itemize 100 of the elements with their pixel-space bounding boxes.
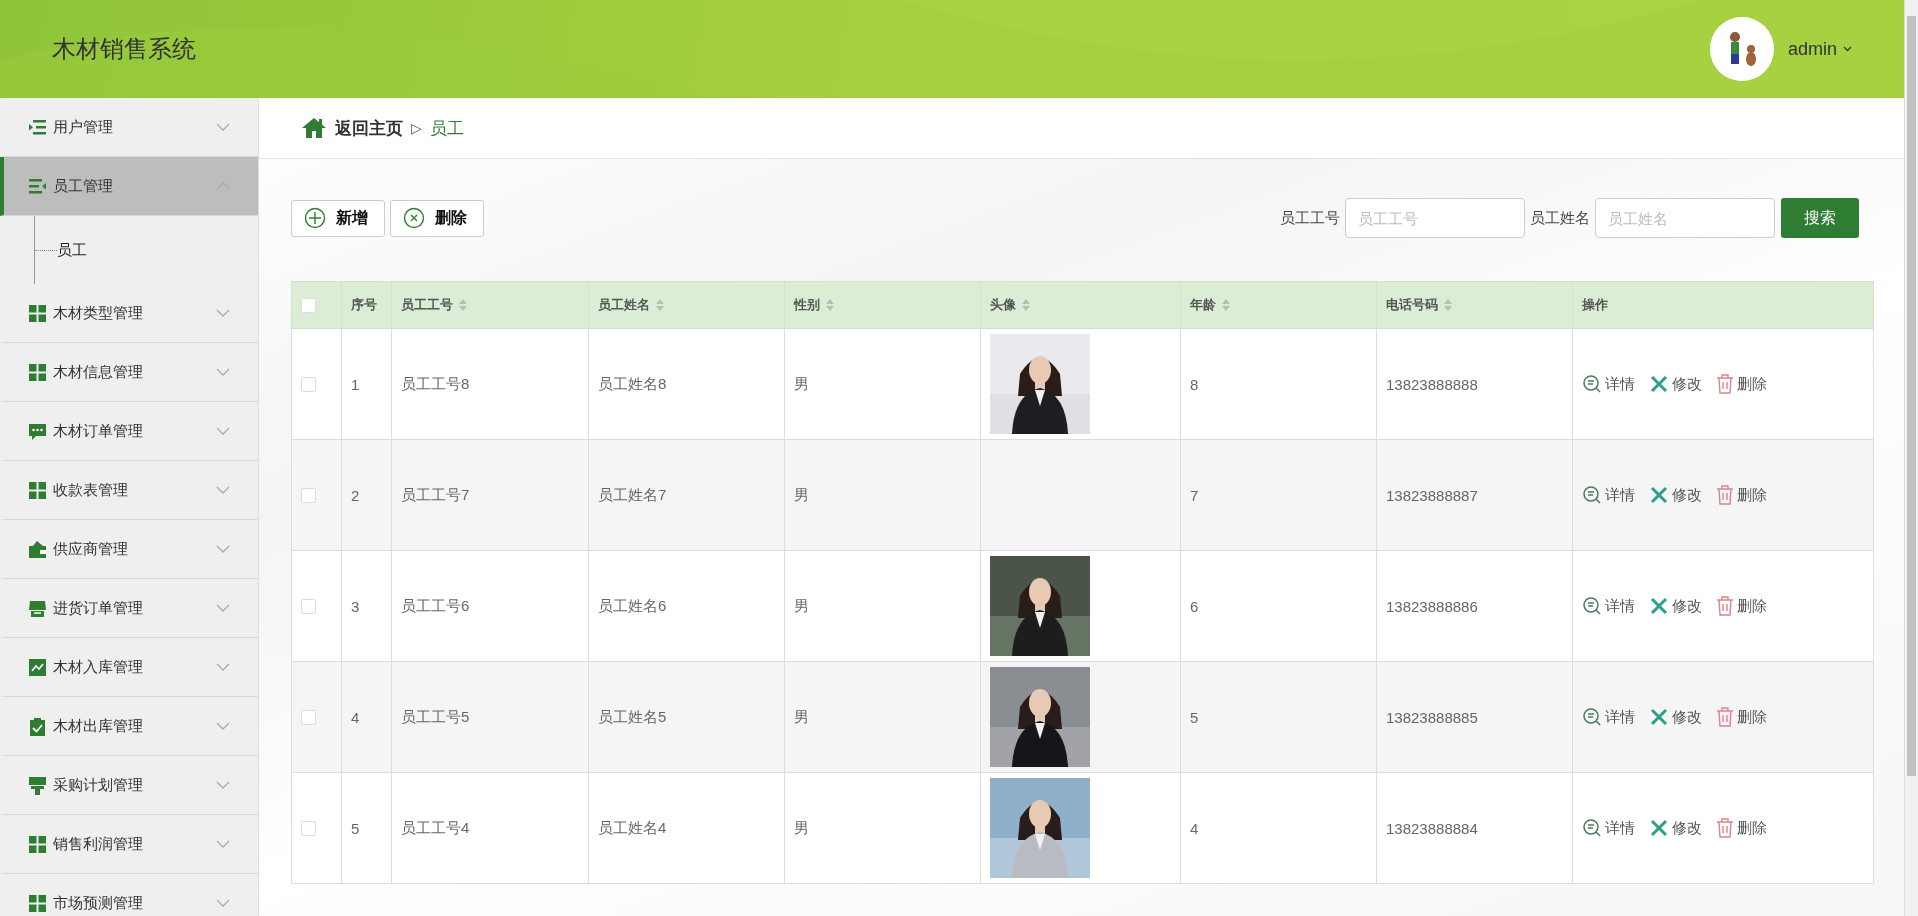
sidebar-item[interactable]: 木材出库管理 [0, 697, 258, 756]
trash-icon [1716, 818, 1734, 838]
table-cell: 男 [794, 485, 809, 503]
breadcrumb-separator: ▷ [411, 120, 422, 136]
delete-button[interactable]: 删除 [390, 199, 484, 237]
row-checkbox[interactable] [301, 709, 316, 725]
column-header[interactable]: 头像 [980, 281, 1181, 329]
edit-link[interactable]: 修改 [1649, 596, 1702, 616]
search-icon [1582, 596, 1602, 616]
table-cell: 2 [351, 486, 360, 504]
table-cell: 5 [1190, 708, 1199, 726]
edit-link[interactable]: 修改 [1649, 485, 1702, 505]
sort-icon[interactable] [1222, 299, 1230, 311]
sidebar-item[interactable]: 市场预测管理 [0, 874, 258, 916]
search-field[interactable]: 员工工号 [1345, 198, 1525, 238]
select-all-checkbox[interactable] [301, 297, 316, 313]
column-header[interactable]: 员工姓名 [588, 281, 785, 329]
row-checkbox[interactable] [301, 598, 316, 614]
grid-icon [28, 834, 47, 854]
column-header: 序号 [341, 281, 392, 329]
delete-link[interactable]: 删除 [1716, 485, 1767, 505]
search-icon [1582, 374, 1602, 394]
sidebar-item[interactable]: 供应商管理 [0, 520, 258, 579]
sidebar-item[interactable]: 进货订单管理 [0, 579, 258, 638]
sidebar-item[interactable]: 木材类型管理 [0, 284, 258, 343]
store-icon [28, 598, 47, 618]
home-icon[interactable] [301, 117, 327, 139]
details-link[interactable]: 详情 [1582, 485, 1635, 505]
chevron-icon [216, 604, 230, 612]
table-cell: 3 [351, 597, 360, 615]
list-icon [28, 176, 47, 196]
row-checkbox[interactable] [301, 376, 316, 392]
column-header[interactable]: 性别 [784, 281, 981, 329]
close-circle-icon [403, 207, 425, 229]
table-cell: 男 [794, 596, 809, 614]
column-header[interactable]: 年龄 [1180, 281, 1377, 329]
delete-link[interactable]: 删除 [1716, 596, 1767, 616]
search-icon [1582, 818, 1602, 838]
table-cell: 员工姓名6 [598, 596, 667, 614]
sort-icon[interactable] [1444, 299, 1452, 311]
delete-link[interactable]: 删除 [1716, 818, 1767, 838]
scrollbar-thumb[interactable] [1907, 16, 1916, 776]
table-cell: 员工工号4 [401, 818, 470, 836]
edit-link[interactable]: 修改 [1649, 818, 1702, 838]
chevron-icon [216, 663, 230, 671]
delete-link[interactable]: 删除 [1716, 374, 1767, 394]
chevron-icon [216, 123, 230, 131]
sidebar-item[interactable]: 员工管理 [0, 157, 258, 216]
details-link[interactable]: 详情 [1582, 374, 1635, 394]
sidebar-item[interactable]: 销售利润管理 [0, 815, 258, 874]
chevron-icon [216, 781, 230, 789]
add-button[interactable]: 新增 [291, 199, 385, 237]
search-label: 员工姓名 [1530, 208, 1590, 228]
edit-link[interactable]: 修改 [1649, 374, 1702, 394]
sidebar-item[interactable]: 收款表管理 [0, 461, 258, 520]
sidebar-item[interactable]: 木材信息管理 [0, 343, 258, 402]
edit-link[interactable]: 修改 [1649, 707, 1702, 727]
table-cell: 7 [1190, 486, 1199, 504]
column-header[interactable]: 员工工号 [391, 281, 589, 329]
sidebar-item[interactable]: 木材入库管理 [0, 638, 258, 697]
plus-circle-icon [304, 207, 326, 229]
breadcrumb-current: 员工 [429, 117, 464, 140]
sidebar-item[interactable]: 木材订单管理 [0, 402, 258, 461]
details-link[interactable]: 详情 [1582, 707, 1635, 727]
table-cell: 员工工号7 [401, 485, 470, 503]
column-header: 操作 [1572, 281, 1874, 329]
indent-icon [28, 117, 47, 137]
chart-icon [28, 657, 47, 677]
sort-icon[interactable] [459, 299, 467, 311]
table-cell: 13823888886 [1386, 597, 1478, 615]
home-link[interactable]: 返回主页 [335, 116, 403, 140]
sidebar-item[interactable]: 采购计划管理 [0, 756, 258, 815]
user-menu[interactable]: admin [1787, 38, 1852, 60]
chevron-icon [216, 545, 230, 553]
sort-icon[interactable] [656, 299, 664, 311]
table-cell: 男 [794, 707, 809, 725]
column-header[interactable]: 电话号码 [1376, 281, 1573, 329]
avatar-icon[interactable] [1709, 17, 1774, 81]
signpost-icon [28, 775, 47, 795]
table-cell: 8 [1190, 375, 1199, 393]
details-link[interactable]: 详情 [1582, 596, 1635, 616]
row-checkbox[interactable] [301, 487, 316, 503]
chevron-icon [216, 486, 230, 494]
sidebar-subitem[interactable]: 员工 [57, 240, 87, 260]
caret-icon[interactable] [1843, 46, 1852, 52]
table-cell: 13823888885 [1386, 708, 1478, 726]
details-link[interactable]: 详情 [1582, 818, 1635, 838]
search-button[interactable]: 搜索 [1781, 198, 1859, 238]
sort-icon[interactable] [1022, 299, 1030, 311]
grid-icon [28, 480, 47, 500]
app-title: 木材销售系统 [52, 34, 197, 64]
table-cell: 4 [351, 708, 360, 726]
search-field[interactable]: 员工姓名 [1595, 198, 1775, 238]
table-cell: 员工姓名4 [598, 818, 667, 836]
delete-link[interactable]: 删除 [1716, 707, 1767, 727]
table-cell: 员工姓名7 [598, 485, 667, 503]
row-checkbox[interactable] [301, 820, 316, 836]
sort-icon[interactable] [826, 299, 834, 311]
table-cell: 1 [351, 375, 360, 393]
search-icon [1582, 485, 1602, 505]
